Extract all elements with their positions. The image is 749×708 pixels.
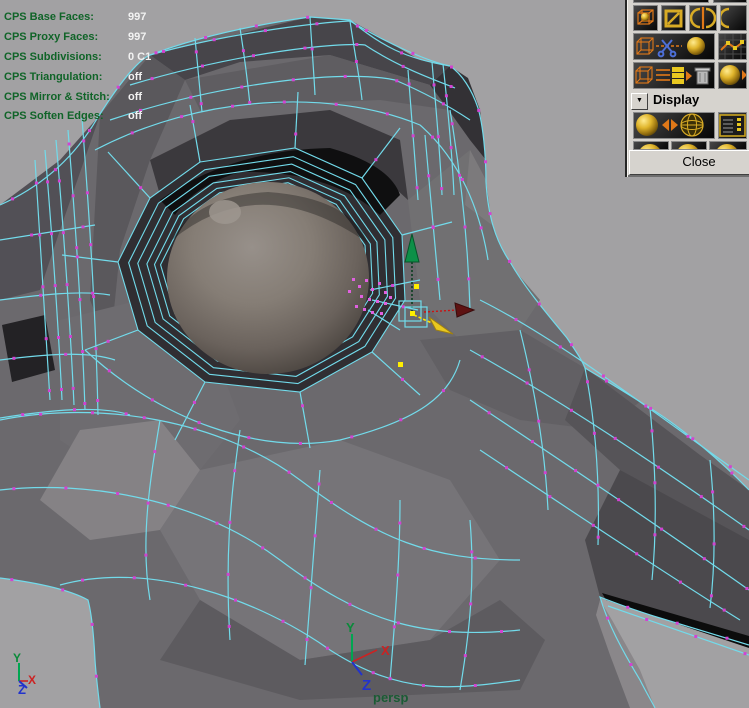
sphere-button[interactable] [671, 141, 707, 150]
eyeball-highlight [209, 200, 241, 224]
split-circle-button[interactable] [689, 5, 717, 31]
clipped-icon [721, 6, 747, 30]
toggle-display-button[interactable] [633, 112, 715, 139]
camera-name-label: persp [373, 690, 408, 705]
sphere-button[interactable] [633, 141, 669, 150]
gizmo-x-label: X [28, 673, 36, 687]
axis-z-label: Z [362, 677, 371, 694]
cut-mesh-icon [634, 34, 714, 59]
axis-y-label: Y [346, 620, 355, 635]
wire-cube-icon [634, 6, 657, 30]
sphere-arrow-button[interactable] [718, 62, 747, 89]
edge-graph-button[interactable] [718, 33, 747, 60]
square-diagonal-button[interactable] [661, 5, 686, 31]
selected-vertex-2[interactable] [414, 284, 419, 289]
trash-can-glyph [695, 68, 710, 84]
edge-graph-icon [719, 34, 746, 59]
toggle-display-icon [634, 113, 714, 138]
square-diagonal-icon [662, 6, 685, 30]
gizmo-y-label: Y [13, 651, 21, 665]
wire-cube-button[interactable] [633, 5, 658, 31]
cut-mesh-button[interactable] [633, 33, 715, 60]
clipped-tile[interactable] [713, 0, 747, 3]
selected-vertex-3[interactable] [398, 362, 403, 367]
collapse-to-trash-icon [634, 63, 714, 88]
axis-x-label: X [381, 643, 390, 658]
sphere-arrow-icon [719, 63, 746, 88]
clipped-tile[interactable] [633, 0, 709, 3]
options-panel-icon [719, 113, 746, 138]
clipped-button[interactable] [720, 5, 747, 31]
sphere-button[interactable] [709, 141, 747, 150]
cps-tool-palette: ▼ Display Close [625, 0, 749, 177]
options-panel-button[interactable] [718, 112, 747, 139]
gizmo-z-label: Z [18, 682, 26, 697]
split-circle-icon [690, 6, 716, 30]
maya-viewport-window: Y X Z Y X Z persp UVs: 6000 2048 0 CPS B… [0, 0, 749, 708]
display-dropdown-button[interactable]: ▼ [631, 93, 648, 110]
scissors-glyph [659, 40, 676, 56]
collapse-to-trash-button[interactable] [633, 62, 715, 89]
display-section-header: ▼ Display [629, 92, 747, 110]
close-button[interactable]: Close [629, 150, 749, 175]
display-section-label: Display [653, 92, 699, 107]
selected-vertex[interactable] [410, 311, 415, 316]
